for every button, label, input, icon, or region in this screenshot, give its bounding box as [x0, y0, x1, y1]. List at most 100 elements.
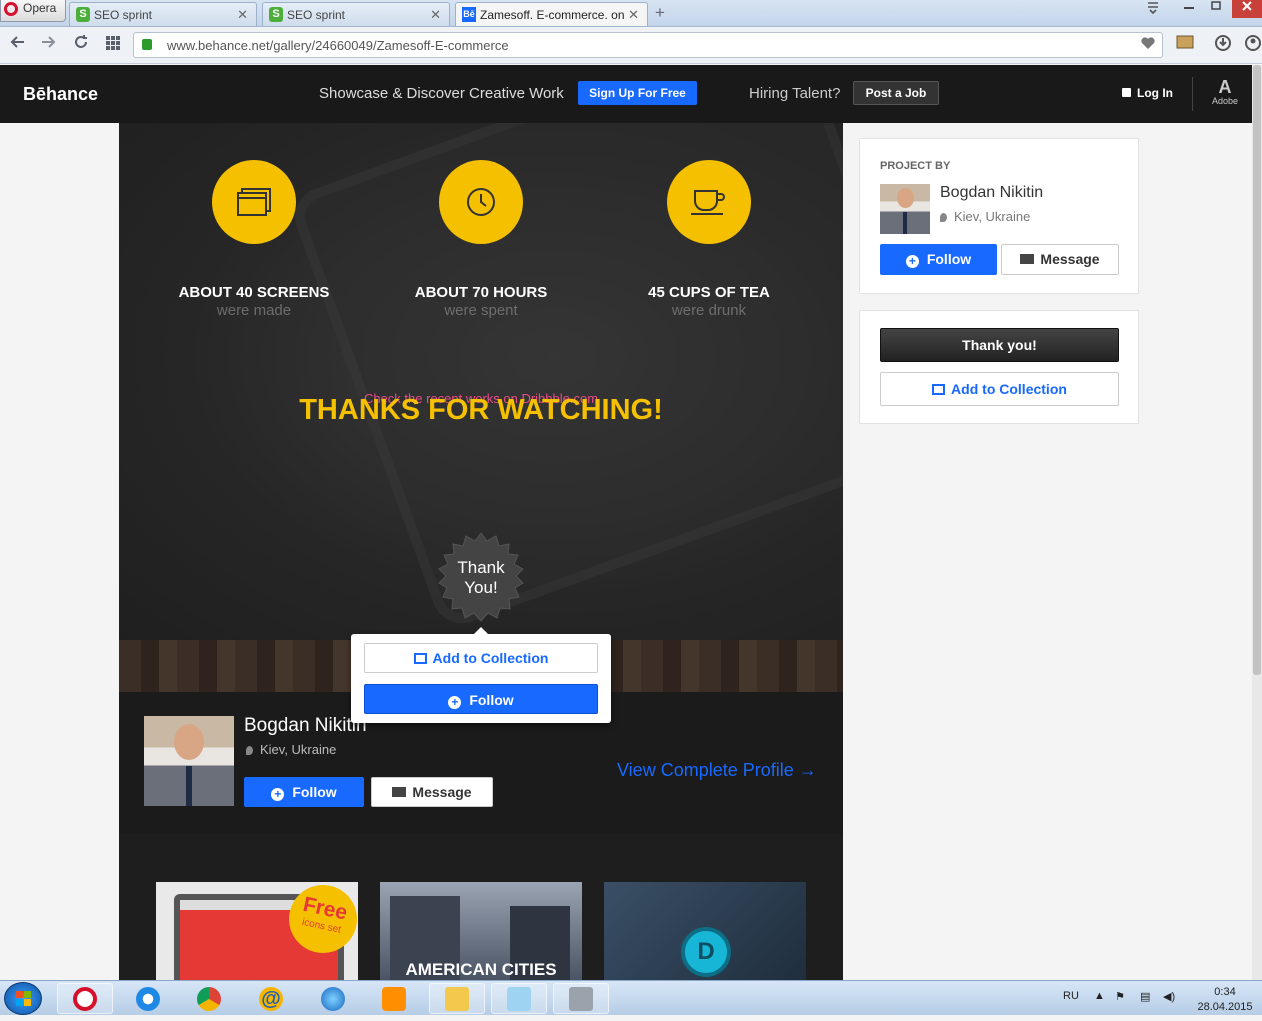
- taskbar-app-icon[interactable]: [305, 983, 361, 1014]
- tab-title: SEO sprint: [94, 8, 153, 22]
- page-scrollbar[interactable]: [1252, 65, 1262, 980]
- envelope-icon: [392, 787, 407, 797]
- hiring-talent-text: Hiring Talent?: [749, 85, 841, 102]
- stat-subtitle: were drunk: [671, 302, 747, 319]
- show-hidden-icons-icon[interactable]: ▲: [1094, 990, 1105, 1002]
- follow-button[interactable]: + Follow: [244, 777, 364, 807]
- view-complete-profile-link[interactable]: View Complete Profile →: [617, 760, 817, 781]
- taskbar-notepad-icon[interactable]: [491, 983, 547, 1014]
- close-tab-icon[interactable]: ✕: [628, 7, 639, 23]
- behance-favicon-icon: Bē: [462, 7, 476, 22]
- avatar[interactable]: [880, 184, 930, 234]
- cup-icon: [667, 160, 751, 244]
- forward-icon[interactable]: [38, 34, 58, 56]
- owner-name[interactable]: Bogdan Nikitin: [940, 184, 1043, 202]
- scrollbar-thumb[interactable]: [1253, 65, 1261, 675]
- stat-title: ABOUT 40 SCREENS: [178, 284, 330, 301]
- new-tab-button[interactable]: +: [655, 3, 673, 23]
- maximize-icon[interactable]: [1203, 0, 1229, 18]
- add-to-collection-button[interactable]: Add to Collection: [364, 643, 598, 673]
- stat-title: 45 CUPS OF TEA: [648, 284, 770, 301]
- owner-name[interactable]: Bogdan Nikitin: [244, 715, 367, 737]
- badge-text: Thank You!: [457, 558, 505, 597]
- gallery-thumb-d-logo[interactable]: D: [604, 882, 806, 980]
- tab-seo-sprint-1[interactable]: S SEO sprint ✕: [69, 2, 257, 26]
- browser-tab-bar: Opera S SEO sprint ✕ S SEO sprint ✕ Bē Z…: [0, 0, 1262, 27]
- behance-header: Bēhance Showcase & Discover Creative Wor…: [0, 65, 1262, 123]
- reload-icon[interactable]: [71, 34, 91, 56]
- project-by-card: PROJECT BY Bogdan Nikitin Kiev, Ukraine …: [859, 138, 1139, 294]
- location-pin-icon: [246, 746, 253, 756]
- account-icon[interactable]: [1243, 34, 1262, 56]
- address-toolbar: www.behance.net/gallery/24660049/Zamesof…: [0, 28, 1262, 64]
- close-tab-icon[interactable]: ✕: [237, 7, 248, 23]
- adobe-logo-icon: A: [1218, 77, 1232, 97]
- url-text: www.behance.net/gallery/24660049/Zamesof…: [167, 38, 509, 53]
- close-tab-icon[interactable]: ✕: [430, 7, 441, 23]
- tab-behance-active[interactable]: Bē Zamesoff. E-commerce. on ✕: [455, 2, 648, 26]
- start-button[interactable]: [4, 982, 42, 1015]
- sign-up-button[interactable]: Sign Up For Free: [578, 81, 697, 105]
- message-button[interactable]: Message: [371, 777, 493, 807]
- tab-title: SEO sprint: [287, 8, 346, 22]
- minimize-icon[interactable]: [1176, 0, 1202, 18]
- tab-title: Zamesoff. E-commerce. on: [480, 8, 625, 22]
- thank-you-badge[interactable]: Thank You!: [436, 533, 526, 623]
- plus-circle-icon: +: [448, 696, 462, 709]
- opera-menu-button[interactable]: Opera: [0, 0, 66, 22]
- action-center-flag-icon[interactable]: ⚑: [1115, 990, 1125, 1003]
- speed-dial-icon[interactable]: [103, 34, 123, 56]
- popup-follow-button[interactable]: + Follow: [364, 684, 598, 714]
- taskbar-camera-icon[interactable]: [553, 983, 609, 1014]
- post-job-button[interactable]: Post a Job: [853, 81, 939, 105]
- project-hero-image: ABOUT 40 SCREENS were made ABOUT 70 HOUR…: [119, 123, 843, 643]
- system-clock[interactable]: 0:34 28.04.2015: [1195, 985, 1255, 1015]
- tab-seo-sprint-2[interactable]: S SEO sprint ✕: [262, 2, 450, 26]
- sidebar-add-to-collection-button[interactable]: Add to Collection: [880, 372, 1119, 406]
- header-tagline: Showcase & Discover Creative Work: [319, 85, 564, 102]
- bookmark-heart-icon[interactable]: [1140, 35, 1156, 56]
- language-indicator[interactable]: RU: [1063, 990, 1079, 1002]
- thanks-for-watching-heading: THANKS FOR WATCHING!: [299, 394, 663, 426]
- log-in-label: Log In: [1137, 86, 1173, 100]
- plus-circle-icon: +: [905, 255, 919, 268]
- owner-location: Kiev, Ukraine: [246, 742, 336, 757]
- gallery-thumb-american-cities[interactable]: AMERICAN CITIES: [380, 882, 582, 980]
- volume-icon[interactable]: ◀): [1163, 990, 1175, 1003]
- close-window-icon[interactable]: [1232, 0, 1262, 18]
- tab-menu-icon[interactable]: [1140, 0, 1166, 18]
- collection-icon: [932, 384, 946, 395]
- seo-sprint-favicon-icon: S: [269, 7, 283, 22]
- log-in-link[interactable]: Log In: [1122, 86, 1173, 100]
- seo-sprint-favicon-icon: S: [76, 7, 90, 22]
- taskbar-explorer-icon[interactable]: [429, 983, 485, 1014]
- back-icon[interactable]: [8, 34, 28, 56]
- collection-icon: [413, 653, 427, 664]
- avatar[interactable]: [144, 716, 234, 806]
- sidebar-follow-button[interactable]: + Follow: [880, 244, 997, 275]
- thank-you-button[interactable]: Thank you!: [880, 328, 1119, 362]
- plus-circle-icon: +: [271, 788, 285, 801]
- network-icon[interactable]: ▤: [1140, 990, 1150, 1003]
- taskbar-media-player-icon[interactable]: [366, 983, 422, 1014]
- news-icon[interactable]: [1175, 34, 1195, 56]
- windows-taskbar: @ RU ▲ ⚑ ▤ ◀) 0:34 28.04.2015: [0, 980, 1262, 1015]
- header-divider: [1192, 77, 1193, 111]
- taskbar-chrome-icon[interactable]: [181, 983, 237, 1014]
- taskbar-mail-icon[interactable]: @: [243, 983, 299, 1014]
- taskbar-ie-icon[interactable]: [120, 983, 176, 1014]
- sidebar-message-button[interactable]: Message: [1001, 244, 1119, 275]
- appreciate-card: Thank you! Add to Collection: [859, 310, 1139, 424]
- owner-location: Kiev, Ukraine: [940, 209, 1030, 224]
- popup-arrow: [474, 627, 488, 634]
- opera-logo-icon: [4, 2, 18, 16]
- behance-logo[interactable]: Bēhance: [23, 84, 98, 105]
- taskbar-opera-icon[interactable]: [57, 983, 113, 1014]
- stat-subtitle: were spent: [444, 302, 518, 319]
- downloads-icon[interactable]: [1213, 34, 1233, 56]
- appreciate-popup: Add to Collection + Follow: [351, 627, 611, 723]
- adobe-link[interactable]: A Adobe: [1209, 78, 1241, 106]
- project-content: ABOUT 40 SCREENS were made ABOUT 70 HOUR…: [119, 123, 843, 980]
- gallery-thumb-free-icons[interactable]: Free icons set: [156, 882, 358, 980]
- url-input[interactable]: www.behance.net/gallery/24660049/Zamesof…: [133, 32, 1163, 58]
